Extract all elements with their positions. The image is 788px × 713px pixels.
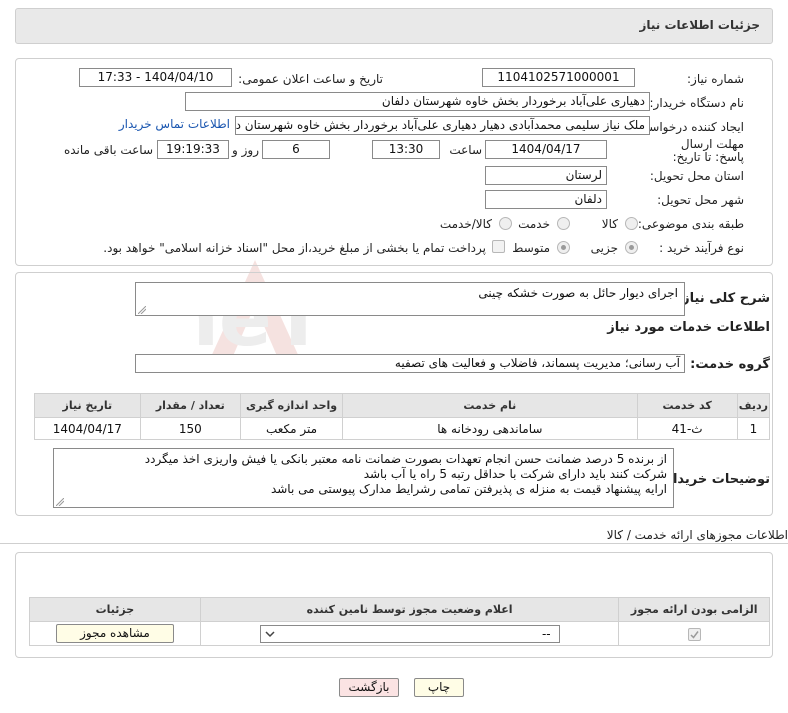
col-unit: واحد اندازه گیری — [239, 393, 344, 418]
cell-service-name: ساماندهی رودخانه ها — [342, 417, 638, 440]
buyer-note-line-2: شرکت کنند باید دارای شرکت با حداقل رتبه … — [363, 467, 667, 481]
col-quantity: تعداد / مقدار — [139, 393, 241, 418]
col-permit-details: جزئیات — [29, 597, 201, 622]
announce-date-label: تاریخ و ساعت اعلان عمومی: — [238, 72, 383, 86]
permit-status-select[interactable]: -- — [259, 624, 560, 643]
col-need-date: تاریخ نیاز — [34, 393, 141, 418]
cell-permit-details: مشاهده مجوز — [29, 621, 201, 646]
buyer-note-line-1: از برنده 5 درصد ضمانت حسن انجام تعهدات ب… — [144, 452, 667, 466]
view-permit-button[interactable]: مشاهده مجوز — [55, 624, 174, 643]
province-label: استان محل تحویل: — [649, 169, 744, 183]
page-title: جزئیات اطلاعات نیاز — [639, 18, 760, 32]
back-button[interactable]: بازگشت — [339, 678, 399, 697]
days-label: روز و — [232, 143, 259, 157]
requester-field: ملک نیاز سلیمی محمدآبادی دهیار دهیاری عل… — [235, 116, 650, 135]
process-type-label: نوع فرآیند خرید : — [659, 241, 744, 255]
buyer-org-field: دهیاری علی‌آباد برخوردار بخش خاوه شهرستا… — [185, 92, 650, 111]
process-option-minor: جزیی — [590, 241, 618, 255]
service-group-field: آب رسانی؛ مدیریت پسماند، فاضلاب و فعالیت… — [135, 354, 685, 373]
buyer-notes-label: توضیحات خریدار: — [660, 472, 770, 487]
city-label: شهر محل تحویل: — [657, 193, 744, 207]
permits-table: الزامی بودن ارائه مجوز اعلام وضعیت مجوز … — [29, 597, 770, 646]
category-radio-goods-service[interactable] — [499, 217, 512, 230]
summary-label: شرح کلی نیاز: — [676, 291, 770, 306]
services-table: ردیف کد خدمت نام خدمت واحد اندازه گیری ت… — [34, 393, 771, 440]
remaining-label: ساعت باقی مانده — [63, 143, 153, 157]
permits-section-title: اطلاعات مجوزهای ارائه خدمت / کالا — [606, 528, 788, 542]
page-header: جزئیات اطلاعات نیاز — [15, 8, 773, 44]
need-number-label: شماره نیاز: — [687, 72, 744, 86]
announce-date-field: 1404/04/10 - 17:33 — [79, 68, 232, 87]
province-field: لرستان — [485, 166, 607, 185]
col-row: ردیف — [736, 393, 771, 418]
permits-divider — [0, 543, 788, 544]
check-icon — [690, 630, 699, 639]
service-group-label: گروه خدمت: — [690, 357, 770, 372]
category-label: طبقه بندی موضوعی: — [637, 217, 744, 231]
process-radio-minor[interactable] — [625, 241, 638, 254]
permit-required-checkbox[interactable] — [687, 627, 701, 641]
cell-quantity: 150 — [139, 417, 241, 440]
need-number-field: 1104102571000001 — [482, 68, 635, 87]
services-table-header: ردیف کد خدمت نام خدمت واحد اندازه گیری ت… — [34, 393, 771, 418]
summary-text: اجرای دیوار حائل به صورت خشکه چینی — [478, 286, 678, 300]
deadline-label: مهلت ارسال پاسخ: تا تاریخ: — [672, 137, 744, 164]
city-field: دلفان — [485, 190, 607, 209]
buyer-org-label: نام دستگاه خریدار: — [649, 96, 745, 110]
days-remaining-field: 6 — [262, 140, 330, 159]
col-permit-status: اعلام وضعیت مجوز توسط نامین کننده — [199, 597, 620, 622]
category-radio-service[interactable] — [557, 217, 570, 230]
buyer-contact-link[interactable]: اطلاعات تماس خریدار — [119, 117, 230, 131]
buyer-note-line-3: ارایه پیشنهاد قیمت به منزله ی پذیرفتن تم… — [270, 482, 667, 496]
cell-unit: متر مکعب — [239, 417, 344, 440]
deadline-date-field: 1404/04/17 — [485, 140, 607, 159]
table-row: 1 ث-41 ساماندهی رودخانه ها متر مکعب 150 … — [34, 417, 771, 440]
resize-grip-icon[interactable] — [138, 306, 146, 314]
cell-need-date: 1404/04/17 — [34, 417, 141, 440]
cell-service-code: ث-41 — [636, 417, 738, 440]
category-option-service: خدمت — [518, 217, 550, 231]
table-row: -- مشاهده مجوز — [29, 621, 770, 646]
buyer-notes-field: از برنده 5 درصد ضمانت حسن انجام تعهدات ب… — [53, 448, 674, 508]
cell-row: 1 — [736, 417, 771, 440]
services-section-title: اطلاعات خدمات مورد نیاز — [607, 320, 770, 335]
category-option-goods-service: کالا/خدمت — [439, 217, 492, 231]
process-option-medium: متوسط — [512, 241, 550, 255]
deadline-time-label: ساعت — [449, 143, 482, 157]
deadline-time-field: 13:30 — [372, 140, 440, 159]
col-service-code: کد خدمت — [636, 393, 738, 418]
col-permit-required: الزامی بودن ارائه مجوز — [618, 597, 770, 622]
resize-grip-icon[interactable] — [56, 498, 64, 506]
print-button[interactable]: چاپ — [414, 678, 464, 697]
cell-permit-status: -- — [199, 621, 620, 646]
permits-table-header: الزامی بودن ارائه مجوز اعلام وضعیت مجوز … — [29, 597, 770, 622]
cell-permit-required — [618, 621, 770, 646]
category-option-goods: کالا — [601, 217, 618, 231]
col-service-name: نام خدمت — [342, 393, 638, 418]
treasury-payment-note: پرداخت تمام یا بخشی از مبلغ خرید،از محل … — [103, 241, 486, 255]
process-radio-medium[interactable] — [557, 241, 570, 254]
chevron-down-icon — [265, 630, 275, 637]
time-remaining-field: 19:19:33 — [157, 140, 229, 159]
category-radio-goods[interactable] — [625, 217, 638, 230]
summary-field: اجرای دیوار حائل به صورت خشکه چینی — [135, 282, 685, 316]
requester-label: ایجاد کننده درخواست: — [633, 120, 744, 134]
treasury-payment-checkbox[interactable] — [492, 240, 505, 253]
permit-status-value: -- — [541, 626, 551, 641]
